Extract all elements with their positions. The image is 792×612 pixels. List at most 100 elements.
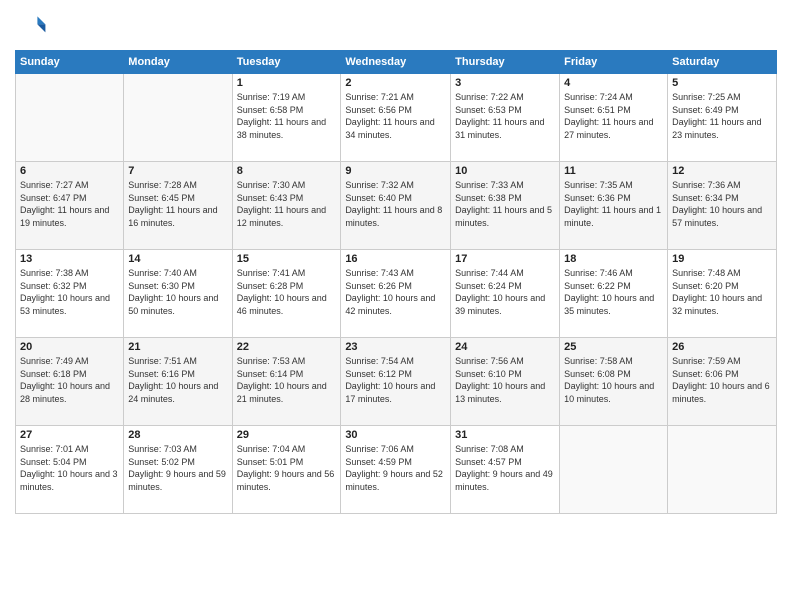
day-info: Sunrise: 7:24 AM Sunset: 6:51 PM Dayligh…	[564, 91, 663, 141]
calendar-cell: 9 Sunrise: 7:32 AM Sunset: 6:40 PM Daylig…	[341, 162, 451, 250]
day-number: 23	[345, 341, 446, 353]
day-info: Sunrise: 7:30 AM Sunset: 6:43 PM Dayligh…	[237, 179, 337, 229]
day-info: Sunrise: 7:33 AM Sunset: 6:38 PM Dayligh…	[455, 179, 555, 229]
day-info: Sunrise: 7:54 AM Sunset: 6:12 PM Dayligh…	[345, 355, 446, 405]
calendar-cell: 21 Sunrise: 7:51 AM Sunset: 6:16 PM Dayli…	[124, 338, 232, 426]
day-number: 7	[128, 165, 227, 177]
day-info: Sunrise: 7:36 AM Sunset: 6:34 PM Dayligh…	[672, 179, 772, 229]
day-number: 28	[128, 429, 227, 441]
logo-icon	[15, 10, 47, 42]
day-info: Sunrise: 7:40 AM Sunset: 6:30 PM Dayligh…	[128, 267, 227, 317]
calendar-cell: 3 Sunrise: 7:22 AM Sunset: 6:53 PM Daylig…	[451, 74, 560, 162]
weekday-header-saturday: Saturday	[668, 51, 777, 74]
day-number: 14	[128, 253, 227, 265]
day-info: Sunrise: 7:43 AM Sunset: 6:26 PM Dayligh…	[345, 267, 446, 317]
day-number: 1	[237, 77, 337, 89]
day-info: Sunrise: 7:19 AM Sunset: 6:58 PM Dayligh…	[237, 91, 337, 141]
day-number: 24	[455, 341, 555, 353]
calendar-header-row: SundayMondayTuesdayWednesdayThursdayFrid…	[16, 51, 777, 74]
calendar-cell	[668, 426, 777, 514]
calendar-cell: 28 Sunrise: 7:03 AM Sunset: 5:02 PM Dayli…	[124, 426, 232, 514]
day-info: Sunrise: 7:53 AM Sunset: 6:14 PM Dayligh…	[237, 355, 337, 405]
day-number: 25	[564, 341, 663, 353]
day-info: Sunrise: 7:56 AM Sunset: 6:10 PM Dayligh…	[455, 355, 555, 405]
day-info: Sunrise: 7:48 AM Sunset: 6:20 PM Dayligh…	[672, 267, 772, 317]
calendar-cell: 4 Sunrise: 7:24 AM Sunset: 6:51 PM Daylig…	[560, 74, 668, 162]
day-info: Sunrise: 7:41 AM Sunset: 6:28 PM Dayligh…	[237, 267, 337, 317]
day-number: 6	[20, 165, 119, 177]
day-number: 31	[455, 429, 555, 441]
day-number: 13	[20, 253, 119, 265]
day-info: Sunrise: 7:04 AM Sunset: 5:01 PM Dayligh…	[237, 443, 337, 493]
day-number: 20	[20, 341, 119, 353]
calendar-cell: 25 Sunrise: 7:58 AM Sunset: 6:08 PM Dayli…	[560, 338, 668, 426]
weekday-header-friday: Friday	[560, 51, 668, 74]
day-number: 2	[345, 77, 446, 89]
calendar-cell: 5Sunrise: 7:25 AM Sunset: 6:49 PM Daylig…	[668, 74, 777, 162]
calendar-cell: 29 Sunrise: 7:04 AM Sunset: 5:01 PM Dayli…	[232, 426, 341, 514]
day-info: Sunrise: 7:25 AM Sunset: 6:49 PM Dayligh…	[672, 91, 772, 141]
day-info: Sunrise: 7:03 AM Sunset: 5:02 PM Dayligh…	[128, 443, 227, 493]
calendar-cell: 30Sunrise: 7:06 AM Sunset: 4:59 PM Dayli…	[341, 426, 451, 514]
header	[15, 10, 777, 42]
calendar-cell: 27 Sunrise: 7:01 AM Sunset: 5:04 PM Dayli…	[16, 426, 124, 514]
calendar-cell: 8 Sunrise: 7:30 AM Sunset: 6:43 PM Daylig…	[232, 162, 341, 250]
day-number: 15	[237, 253, 337, 265]
day-info: Sunrise: 7:22 AM Sunset: 6:53 PM Dayligh…	[455, 91, 555, 141]
calendar-cell: 6Sunrise: 7:27 AM Sunset: 6:47 PM Daylig…	[16, 162, 124, 250]
logo	[15, 10, 51, 42]
day-info: Sunrise: 7:46 AM Sunset: 6:22 PM Dayligh…	[564, 267, 663, 317]
calendar-week-1: 1 Sunrise: 7:19 AM Sunset: 6:58 PM Daylig…	[16, 74, 777, 162]
day-info: Sunrise: 7:49 AM Sunset: 6:18 PM Dayligh…	[20, 355, 119, 405]
day-info: Sunrise: 7:59 AM Sunset: 6:06 PM Dayligh…	[672, 355, 772, 405]
weekday-header-thursday: Thursday	[451, 51, 560, 74]
day-number: 17	[455, 253, 555, 265]
calendar-cell: 31 Sunrise: 7:08 AM Sunset: 4:57 PM Dayli…	[451, 426, 560, 514]
day-number: 22	[237, 341, 337, 353]
calendar-cell: 1 Sunrise: 7:19 AM Sunset: 6:58 PM Daylig…	[232, 74, 341, 162]
day-info: Sunrise: 7:58 AM Sunset: 6:08 PM Dayligh…	[564, 355, 663, 405]
calendar-cell: 18 Sunrise: 7:46 AM Sunset: 6:22 PM Dayli…	[560, 250, 668, 338]
day-info: Sunrise: 7:35 AM Sunset: 6:36 PM Dayligh…	[564, 179, 663, 229]
day-number: 12	[672, 165, 772, 177]
day-info: Sunrise: 7:51 AM Sunset: 6:16 PM Dayligh…	[128, 355, 227, 405]
calendar-cell: 2 Sunrise: 7:21 AM Sunset: 6:56 PM Daylig…	[341, 74, 451, 162]
calendar-cell	[124, 74, 232, 162]
day-info: Sunrise: 7:44 AM Sunset: 6:24 PM Dayligh…	[455, 267, 555, 317]
day-number: 19	[672, 253, 772, 265]
day-number: 18	[564, 253, 663, 265]
day-info: Sunrise: 7:21 AM Sunset: 6:56 PM Dayligh…	[345, 91, 446, 141]
calendar-table: SundayMondayTuesdayWednesdayThursdayFrid…	[15, 50, 777, 514]
day-info: Sunrise: 7:32 AM Sunset: 6:40 PM Dayligh…	[345, 179, 446, 229]
calendar-cell: 16 Sunrise: 7:43 AM Sunset: 6:26 PM Dayli…	[341, 250, 451, 338]
calendar-cell: 7 Sunrise: 7:28 AM Sunset: 6:45 PM Daylig…	[124, 162, 232, 250]
calendar-cell: 13Sunrise: 7:38 AM Sunset: 6:32 PM Dayli…	[16, 250, 124, 338]
calendar-cell: 22 Sunrise: 7:53 AM Sunset: 6:14 PM Dayli…	[232, 338, 341, 426]
calendar-cell: 14 Sunrise: 7:40 AM Sunset: 6:30 PM Dayli…	[124, 250, 232, 338]
calendar-week-3: 13Sunrise: 7:38 AM Sunset: 6:32 PM Dayli…	[16, 250, 777, 338]
day-info: Sunrise: 7:01 AM Sunset: 5:04 PM Dayligh…	[20, 443, 119, 493]
calendar-cell: 23 Sunrise: 7:54 AM Sunset: 6:12 PM Dayli…	[341, 338, 451, 426]
weekday-header-monday: Monday	[124, 51, 232, 74]
day-number: 30	[345, 429, 446, 441]
calendar-cell: 24 Sunrise: 7:56 AM Sunset: 6:10 PM Dayli…	[451, 338, 560, 426]
page: SundayMondayTuesdayWednesdayThursdayFrid…	[0, 0, 792, 612]
calendar-week-5: 27 Sunrise: 7:01 AM Sunset: 5:04 PM Dayli…	[16, 426, 777, 514]
day-number: 4	[564, 77, 663, 89]
day-number: 9	[345, 165, 446, 177]
day-number: 26	[672, 341, 772, 353]
day-number: 21	[128, 341, 227, 353]
day-number: 8	[237, 165, 337, 177]
day-number: 16	[345, 253, 446, 265]
calendar-cell	[560, 426, 668, 514]
calendar-cell	[16, 74, 124, 162]
weekday-header-sunday: Sunday	[16, 51, 124, 74]
day-number: 3	[455, 77, 555, 89]
calendar-cell: 11Sunrise: 7:35 AM Sunset: 6:36 PM Dayli…	[560, 162, 668, 250]
day-number: 29	[237, 429, 337, 441]
day-info: Sunrise: 7:28 AM Sunset: 6:45 PM Dayligh…	[128, 179, 227, 229]
calendar-week-2: 6Sunrise: 7:27 AM Sunset: 6:47 PM Daylig…	[16, 162, 777, 250]
day-number: 27	[20, 429, 119, 441]
calendar-cell: 17 Sunrise: 7:44 AM Sunset: 6:24 PM Dayli…	[451, 250, 560, 338]
day-info: Sunrise: 7:08 AM Sunset: 4:57 PM Dayligh…	[455, 443, 555, 493]
